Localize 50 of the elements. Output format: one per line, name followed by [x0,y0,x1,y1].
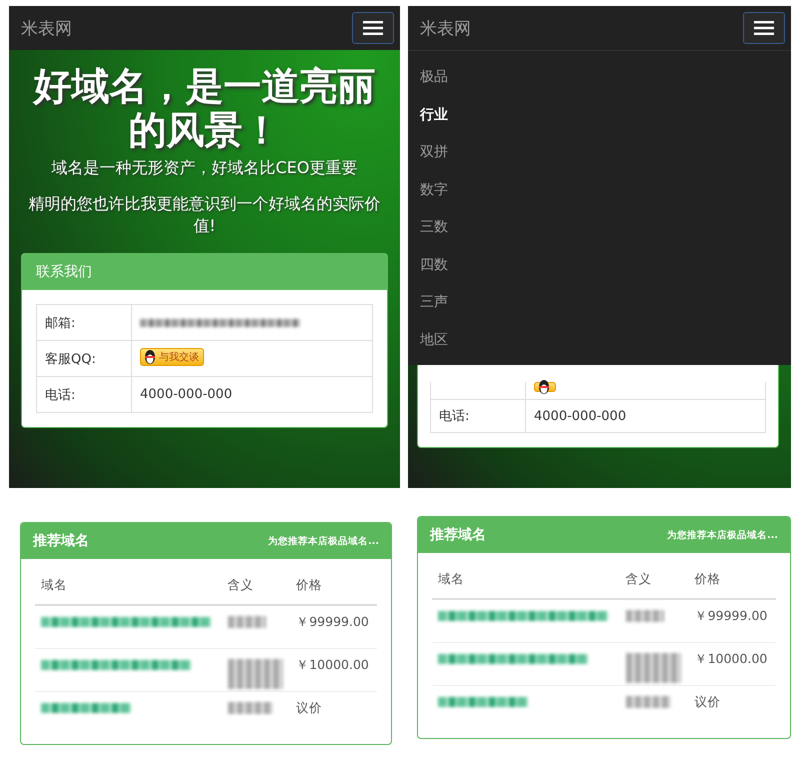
field-label: 电话: [439,409,470,424]
card-title: 推荐域名 [430,526,486,544]
brand-link[interactable]: 米表网 [21,16,72,40]
blurred-text [228,659,283,689]
price-text: ￥10000.00 [694,651,768,666]
menu-item[interactable]: 双拼 [408,134,791,172]
column-header: 域名 [432,565,620,599]
brand-link[interactable]: 米表网 [420,16,471,40]
card-title: 推荐域名 [33,532,89,550]
hero-title: 好域名，是一道亮丽的风景！ [32,64,376,152]
menu-item[interactable]: 极品 [408,59,791,96]
chat-button[interactable] [534,382,556,392]
blurred-text [228,702,273,714]
column-header: 含义 [620,565,689,599]
penguin-icon [537,379,551,395]
penguin-icon [143,349,157,365]
menu-item[interactable]: 三声 [408,284,791,322]
menu-item[interactable]: 行业 [408,96,791,134]
field-value: 4000-000-000 [140,387,232,402]
hero-subtitle: 域名是一种无形资产，好域名比CEO更重要 [50,158,358,179]
blurred-text [626,610,664,622]
column-header: 价格 [290,571,377,605]
column-header: 域名 [35,571,222,605]
menu-item[interactable]: 地区 [408,322,791,359]
field-label: 电话: [45,388,76,402]
menu-item[interactable]: 数字 [408,172,791,209]
price-text: 议价 [694,694,721,709]
menu-button[interactable] [743,12,785,44]
column-header: 含义 [222,571,290,605]
field-label: 客服QQ: [45,352,96,366]
blurred-text [228,616,266,628]
card-note: 为您推荐本店极品域名... [268,534,379,548]
price-text: ￥99999.00 [296,614,369,629]
blurred-text [626,653,681,683]
hero-tagline: 精明的您也许比我更能意识到一个好域名的实际价值! [28,193,382,237]
price-text: 议价 [296,700,322,715]
card-header: 联系我们 [22,254,387,290]
menu-icon [363,21,383,35]
blurred-text [626,696,671,708]
field-label: 邮箱: [45,316,76,330]
price-text: ￥99999.00 [694,608,768,623]
column-header: 价格 [688,565,776,599]
field-value: 4000-000-000 [534,408,626,424]
menu-item[interactable]: 四数 [408,246,791,284]
menu-button[interactable] [352,12,394,44]
chat-button[interactable]: 与我交谈 [140,348,204,366]
card-note: 为您推荐本店极品域名... [667,528,778,542]
menu-icon [754,21,774,35]
price-text: ￥10000.00 [296,657,369,672]
menu-item[interactable]: 三数 [408,209,791,246]
